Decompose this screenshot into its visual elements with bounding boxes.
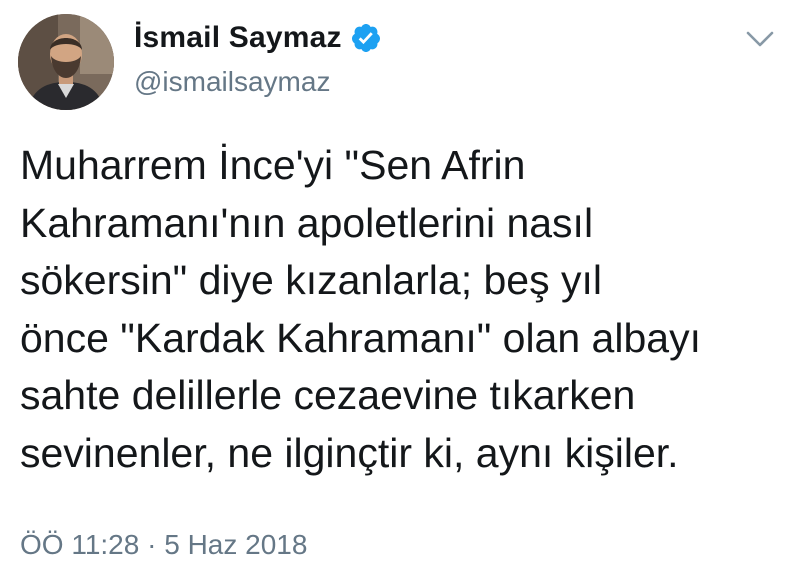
tweet-text-line: sahte delillerle cezaevine tıkarken xyxy=(20,372,636,418)
tweet-text-line: Muharrem İnce'yi "Sen Afrin xyxy=(20,142,526,188)
tweet-timestamp[interactable]: ÖÖ 11:28 · 5 Haz 2018 xyxy=(20,529,307,561)
tweet-text-line: sevinenler, ne ilginçtir ki, aynı kişile… xyxy=(20,429,679,476)
tweet-text-line: Kahramanı'nın apoletlerini nasıl xyxy=(20,199,594,246)
tweet-text: Muharrem İnce'yi "Sen Afrin Kahramanı'nı… xyxy=(20,137,790,482)
chevron-down-icon[interactable] xyxy=(744,28,776,50)
tweet-text-line: sökersin" diye kızanlarla; beş yıl xyxy=(20,257,602,303)
tweet-text-line: önce "Kardak Kahramanı" olan albayı xyxy=(20,314,701,361)
avatar[interactable] xyxy=(18,14,114,110)
author-display-name[interactable]: İsmail Saymaz xyxy=(134,21,342,55)
author-handle[interactable]: @ismailsaymaz xyxy=(134,66,330,98)
verified-badge-icon xyxy=(350,22,382,54)
author-name-row: İsmail Saymaz xyxy=(134,21,382,55)
avatar-photo xyxy=(18,14,114,110)
